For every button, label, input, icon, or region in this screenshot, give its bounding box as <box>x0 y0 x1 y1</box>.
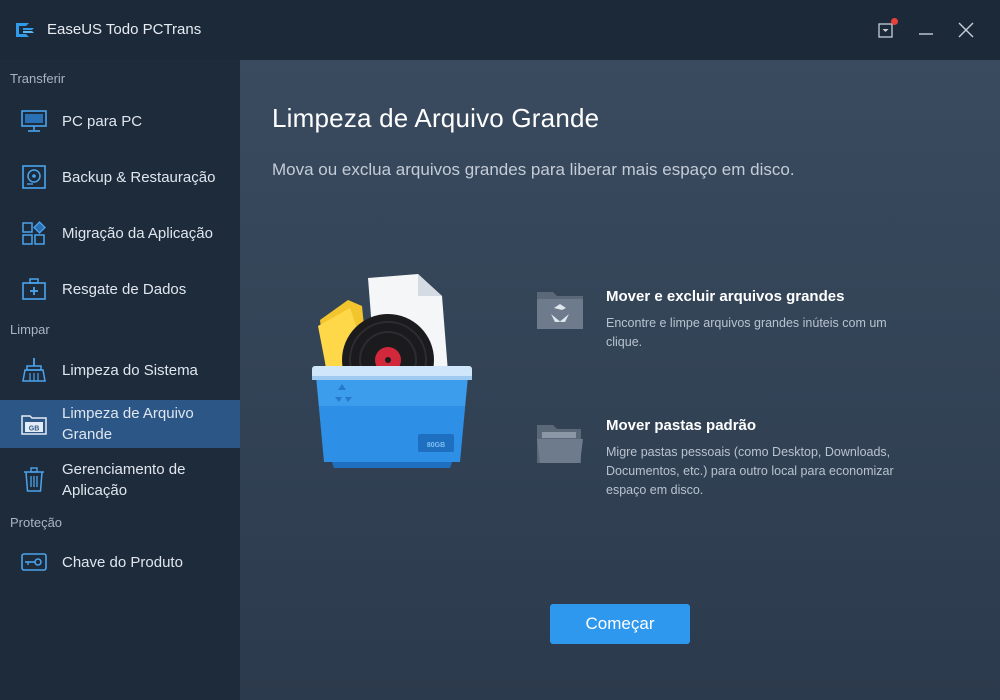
sidebar-item-system-cleanup[interactable]: Limpeza do Sistema <box>0 346 240 394</box>
sidebar-item-label: Resgate de Dados <box>62 280 187 298</box>
start-button[interactable]: Começar <box>550 604 690 644</box>
backup-disk-icon <box>21 164 47 190</box>
sidebar-item-backup[interactable]: Backup & Restauração <box>0 153 240 201</box>
sidebar-item-label: Limpeza do Sistema <box>62 361 198 379</box>
section-label-limpar: Limpar <box>10 322 50 337</box>
open-folder-icon <box>537 425 583 463</box>
sidebar-item-label: Migração da Aplicação <box>62 224 213 242</box>
title-bar: EaseUS Todo PCTrans <box>0 0 1000 60</box>
sidebar: Transferir PC para PC Backup & Restauraç… <box>0 60 240 700</box>
gb-badge: GB <box>29 426 40 433</box>
easeus-logo-icon <box>16 23 34 37</box>
close-icon <box>958 22 974 38</box>
notification-button[interactable] <box>874 18 898 42</box>
medkit-icon <box>21 276 47 302</box>
app-title: EaseUS Todo PCTrans <box>47 21 202 38</box>
feature-title: Mover e excluir arquivos grandes <box>606 288 845 305</box>
recycle-folder-icon <box>537 292 583 329</box>
sidebar-item-data-rescue[interactable]: Resgate de Dados <box>0 265 240 313</box>
trash-icon <box>21 467 47 493</box>
section-label-transferir: Transferir <box>10 71 66 86</box>
notification-dot <box>891 18 898 25</box>
feature-title: Mover pastas padrão <box>606 417 757 434</box>
app-grid-icon <box>21 220 47 246</box>
sidebar-item-label: PC para PC <box>62 112 143 130</box>
sidebar-item-large-file-cleanup[interactable]: GB Limpeza de Arquivo Grande <box>0 400 240 448</box>
sidebar-item-app-management[interactable]: Gerenciamento de Aplicação <box>0 456 240 504</box>
illustration-badge: 80GB <box>427 442 445 449</box>
sidebar-item-label: Chave do Produto <box>62 553 183 571</box>
sidebar-item-pc-to-pc[interactable]: PC para PC <box>0 97 240 145</box>
large-file-bin-illustration: 80GB <box>312 274 472 468</box>
section-label-protecao: Proteção <box>10 515 63 530</box>
feature-description: Encontre e limpe arquivos grandes inútei… <box>606 316 887 349</box>
page-title: Limpeza de Arquivo Grande <box>272 103 600 133</box>
close-button[interactable] <box>954 18 978 42</box>
monitor-icon <box>21 108 47 134</box>
key-icon <box>21 549 47 575</box>
sidebar-item-label: Backup & Restauração <box>62 168 216 186</box>
sidebar-item-app-migration[interactable]: Migração da Aplicação <box>0 209 240 257</box>
minimize-button[interactable] <box>914 18 938 42</box>
gb-folder-icon: GB <box>21 411 47 437</box>
sidebar-item-product-key[interactable]: Chave do Produto <box>0 538 240 586</box>
feature-description: Migre pastas pessoais (como Desktop, Dow… <box>606 445 894 497</box>
main-panel: Limpeza de Arquivo Grande Mova ou exclua… <box>240 60 1000 700</box>
minimize-icon <box>919 33 933 35</box>
sidebar-item-label: Limpeza de Arquivo Grande <box>62 405 194 443</box>
sidebar-item-label: Gerenciamento de Aplicação <box>62 461 186 499</box>
broom-icon <box>21 357 47 383</box>
page-subtitle: Mova ou exclua arquivos grandes para lib… <box>272 160 795 179</box>
